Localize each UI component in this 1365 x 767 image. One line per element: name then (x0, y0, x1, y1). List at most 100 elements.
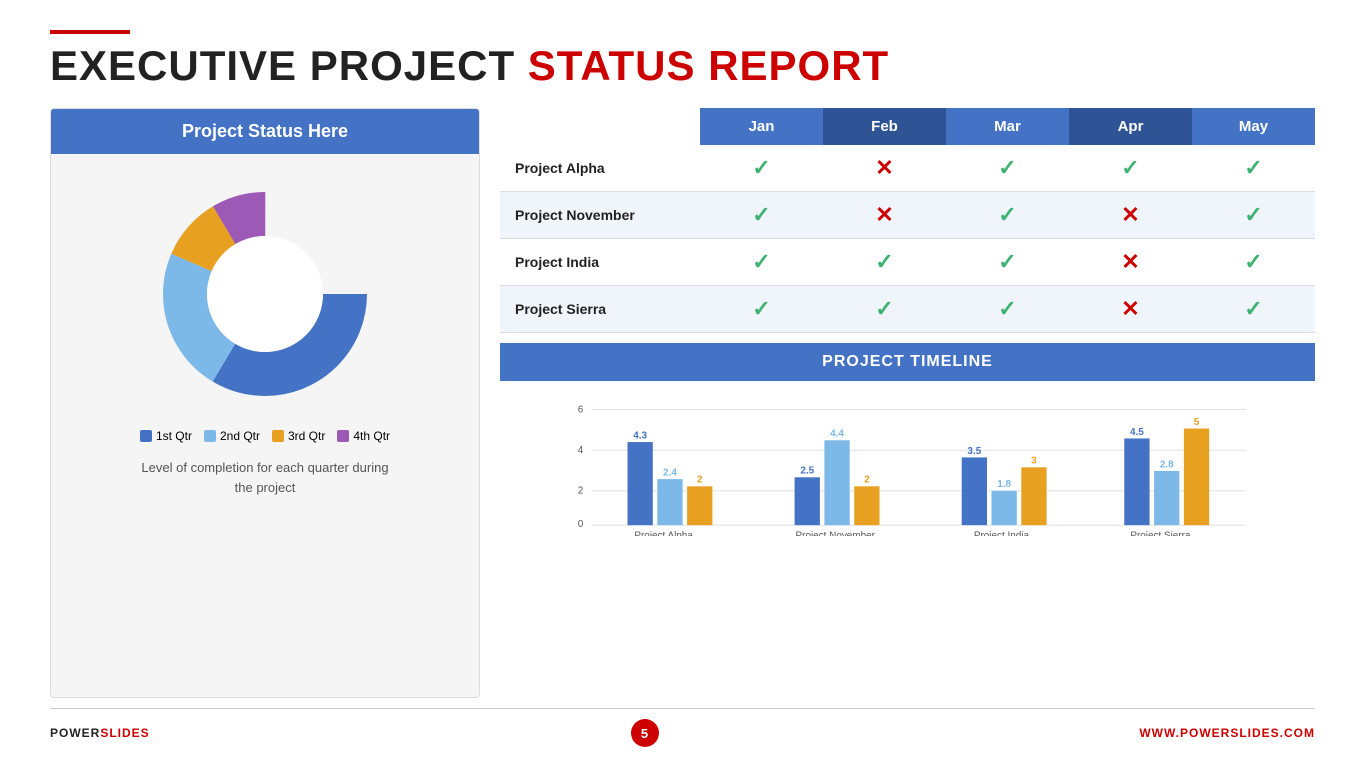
legend-color-3rd (272, 430, 284, 442)
table-header-jan: Jan (700, 108, 823, 145)
table-project-name-3: Project Sierra (500, 286, 700, 333)
bar-label-alpha-lightblue: 2.4 (663, 467, 677, 478)
panel-description: Level of completion for each quarter dur… (141, 458, 388, 497)
table-project-name-1: Project November (500, 192, 700, 239)
table-cell-2-4: ✓ (1192, 239, 1315, 286)
cross-icon: ✕ (1121, 202, 1139, 227)
table-header-may: May (1192, 108, 1315, 145)
bar-india-blue (962, 457, 987, 525)
bar-label-sierra-blue: 4.5 (1130, 427, 1144, 438)
table-cell-2-3: ✕ (1069, 239, 1192, 286)
table-cell-3-0: ✓ (700, 286, 823, 333)
table-header-mar: Mar (946, 108, 1069, 145)
page-title: EXECUTIVE PROJECT STATUS REPORT (50, 42, 1315, 90)
legend-item-1st: 1st Qtr (140, 429, 192, 443)
donut-label-2nd: 3.2 (217, 309, 237, 325)
cross-icon: ✕ (875, 202, 893, 227)
check-icon: ✓ (1244, 296, 1262, 321)
footer-brand-black: POWER (50, 726, 100, 740)
table-cell-3-1: ✓ (823, 286, 946, 333)
bar-label-nov-blue: 2.5 (800, 466, 814, 477)
check-icon: ✓ (752, 296, 770, 321)
legend-label-2nd: 2nd Qtr (220, 429, 260, 443)
timeline-header: PROJECT TIMELINE (500, 343, 1315, 381)
legend-label-1st: 1st Qtr (156, 429, 192, 443)
bar-label-nov-lightblue: 4.4 (830, 429, 844, 440)
cross-icon: ✕ (1121, 249, 1139, 274)
footer-brand: POWERSLIDES (50, 726, 150, 740)
title-red: STATUS REPORT (528, 42, 889, 89)
bar-india-orange (1021, 467, 1046, 525)
status-table: Jan Feb Mar Apr May Project Alpha✓✕✓✓✓Pr… (500, 108, 1315, 333)
legend-item-3rd: 3rd Qtr (272, 429, 325, 443)
table-cell-3-4: ✓ (1192, 286, 1315, 333)
legend-item-4th: 4th Qtr (337, 429, 390, 443)
left-panel: Project Status Here (50, 108, 480, 698)
check-icon: ✓ (752, 249, 770, 274)
bar-nov-orange (854, 486, 879, 525)
table-header-apr: Apr (1069, 108, 1192, 145)
table-cell-2-1: ✓ (823, 239, 946, 286)
donut-label-1st: 8.2 (293, 276, 313, 292)
table-cell-3-3: ✕ (1069, 286, 1192, 333)
legend-item-2nd: 2nd Qtr (204, 429, 260, 443)
page: EXECUTIVE PROJECT STATUS REPORT Project … (0, 0, 1365, 767)
footer-url: WWW.POWERSLIDES.COM (1139, 726, 1315, 740)
left-panel-body: 8.2 3.2 1.2 1.4 1st Qtr 2nd Qtr (51, 154, 479, 697)
check-icon: ✓ (1121, 155, 1139, 180)
bar-sierra-lightblue (1154, 471, 1179, 525)
check-icon: ✓ (875, 296, 893, 321)
legend-label-3rd: 3rd Qtr (288, 429, 325, 443)
table-cell-0-1: ✕ (823, 145, 946, 192)
check-icon: ✓ (998, 155, 1016, 180)
y-label-2: 2 (578, 486, 584, 497)
table-cell-2-2: ✓ (946, 239, 1069, 286)
y-label-0: 0 (578, 519, 584, 530)
table-cell-0-4: ✓ (1192, 145, 1315, 192)
check-icon: ✓ (1244, 155, 1262, 180)
check-icon: ✓ (752, 155, 770, 180)
bar-xlabel-sierra: Project Sierra (1130, 531, 1191, 536)
y-label-4: 4 (578, 445, 584, 456)
bar-nov-blue (795, 477, 820, 525)
bar-label-sierra-lightblue: 2.8 (1160, 459, 1174, 470)
donut-chart: 8.2 3.2 1.2 1.4 (145, 174, 385, 414)
table-cell-1-0: ✓ (700, 192, 823, 239)
table-project-name-2: Project India (500, 239, 700, 286)
donut-hole (207, 236, 323, 352)
bar-label-india-orange: 3 (1031, 456, 1037, 467)
check-icon: ✓ (875, 249, 893, 274)
check-icon: ✓ (1244, 249, 1262, 274)
bar-label-sierra-orange: 5 (1194, 417, 1200, 428)
bar-alpha-lightblue (657, 479, 682, 525)
bar-label-nov-orange: 2 (864, 475, 870, 486)
bar-xlabel-alpha: Project Alpha (634, 531, 693, 536)
legend-color-1st (140, 430, 152, 442)
title-black: EXECUTIVE PROJECT (50, 42, 528, 89)
legend-label-4th: 4th Qtr (353, 429, 390, 443)
footer: POWERSLIDES 5 WWW.POWERSLIDES.COM (50, 708, 1315, 747)
bar-xlabel-nov: Project November (796, 531, 876, 536)
bar-label-india-lightblue: 1.8 (997, 479, 1011, 490)
content-area: Project Status Here (50, 108, 1315, 698)
check-icon: ✓ (752, 202, 770, 227)
table-cell-1-2: ✓ (946, 192, 1069, 239)
table-header-feb: Feb (823, 108, 946, 145)
bar-india-lightblue (992, 491, 1017, 525)
bar-label-india-blue: 3.5 (967, 446, 981, 457)
bar-nov-lightblue (824, 440, 849, 525)
legend-color-2nd (204, 430, 216, 442)
footer-page-number: 5 (631, 719, 659, 747)
check-icon: ✓ (998, 249, 1016, 274)
bar-alpha-orange (687, 486, 712, 525)
bar-chart-svg: 6 4 2 0 4.3 (510, 396, 1305, 536)
left-panel-title: Project Status Here (51, 109, 479, 154)
cross-icon: ✕ (875, 155, 893, 180)
table-cell-1-1: ✕ (823, 192, 946, 239)
table-cell-0-2: ✓ (946, 145, 1069, 192)
table-project-name-0: Project Alpha (500, 145, 700, 192)
bar-sierra-blue (1124, 438, 1149, 525)
right-panel: Jan Feb Mar Apr May Project Alpha✓✕✓✓✓Pr… (500, 108, 1315, 698)
table-cell-3-2: ✓ (946, 286, 1069, 333)
check-icon: ✓ (1244, 202, 1262, 227)
